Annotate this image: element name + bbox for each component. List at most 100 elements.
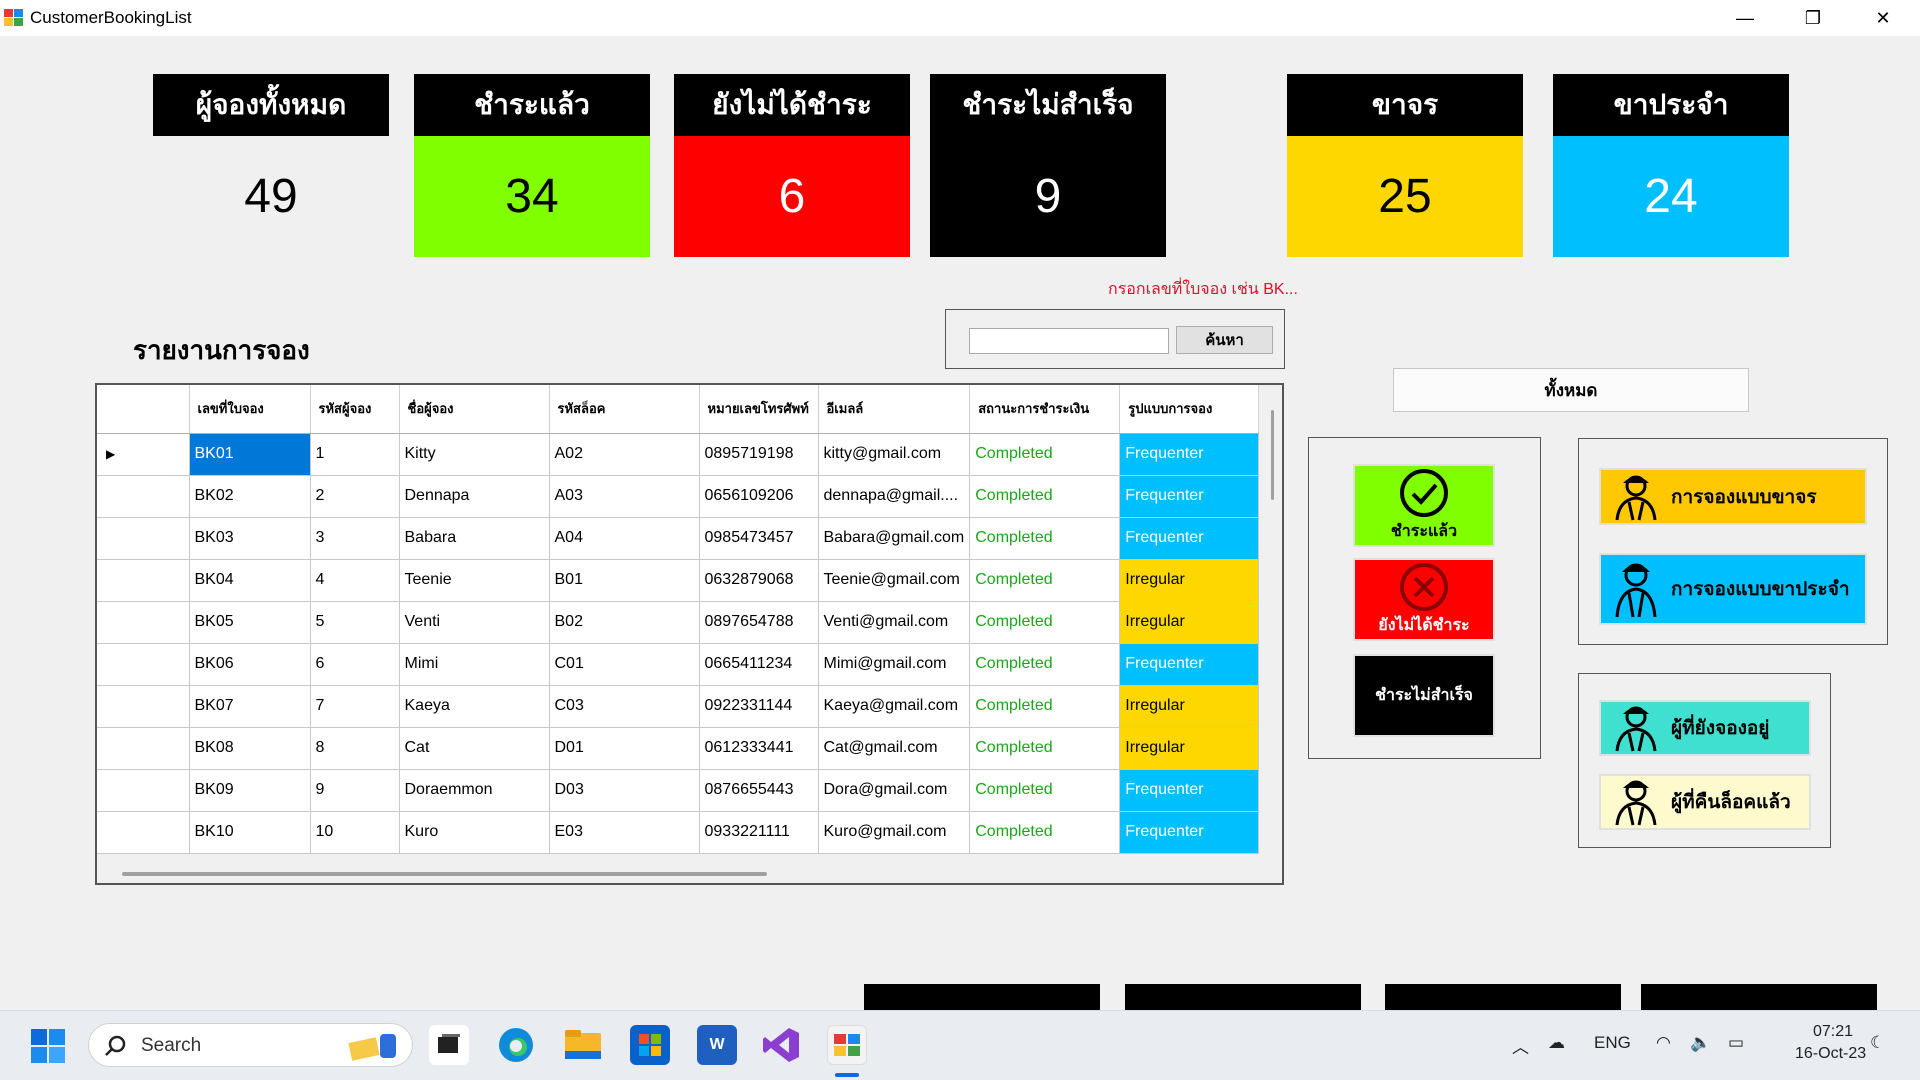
bottom-button-4[interactable]: [1641, 984, 1877, 1010]
table-cell[interactable]: 7: [310, 685, 400, 728]
table-cell[interactable]: 0656109206: [699, 475, 819, 518]
edge-icon[interactable]: [496, 1025, 536, 1065]
column-header[interactable]: หมายเลขโทรศัพท์: [699, 385, 819, 434]
task-view-icon[interactable]: [429, 1025, 469, 1065]
search-button[interactable]: ค้นหา: [1176, 326, 1273, 354]
table-cell[interactable]: Completed: [969, 559, 1121, 602]
table-cell[interactable]: Kaeya: [399, 685, 550, 728]
filter-returned-lock-button[interactable]: ผู้ที่คืนล็อคแล้ว: [1599, 774, 1811, 830]
table-cell[interactable]: Kitty: [399, 433, 550, 476]
table-cell[interactable]: 9: [310, 769, 400, 812]
table-cell[interactable]: Irregular: [1119, 685, 1260, 728]
table-cell[interactable]: 4: [310, 559, 400, 602]
start-button[interactable]: [30, 1028, 66, 1064]
table-cell[interactable]: 0876655443: [699, 769, 819, 812]
table-cell[interactable]: 0922331144: [699, 685, 819, 728]
table-cell[interactable]: BK10: [189, 811, 311, 854]
table-row[interactable]: BK02 2 Dennapa A03 0656109206 dennapa@gmail..…: [97, 475, 1260, 518]
table-row[interactable]: BK08 8 Cat D01 0612333441 Cat@gmail.com Comple…: [97, 727, 1260, 770]
table-cell[interactable]: BK04: [189, 559, 311, 602]
table-cell[interactable]: 2: [310, 475, 400, 518]
visual-studio-icon[interactable]: [761, 1025, 801, 1065]
row-header[interactable]: [97, 685, 190, 728]
file-explorer-icon[interactable]: [563, 1025, 603, 1065]
table-cell[interactable]: C03: [549, 685, 700, 728]
table-row[interactable]: BK05 5 Venti B02 0897654788 Venti@gmail.com Co…: [97, 601, 1260, 644]
table-cell[interactable]: Frequenter: [1119, 433, 1260, 476]
table-cell[interactable]: Venti@gmail.com: [818, 601, 971, 644]
table-row[interactable]: BK04 4 Teenie B01 0632879068 Teenie@gmail.com…: [97, 559, 1260, 602]
notification-moon-icon[interactable]: ☾: [1870, 1033, 1885, 1053]
volume-icon[interactable]: 🔈: [1690, 1033, 1711, 1053]
table-cell[interactable]: 0665411234: [699, 643, 819, 686]
column-header[interactable]: สถานะการชำระเงิน: [969, 385, 1121, 434]
horizontal-scrollbar[interactable]: [97, 865, 1282, 883]
table-cell[interactable]: Irregular: [1119, 559, 1260, 602]
clock-time[interactable]: 07:21: [1813, 1023, 1853, 1041]
table-cell[interactable]: Completed: [969, 769, 1121, 812]
table-cell[interactable]: BK05: [189, 601, 311, 644]
table-cell[interactable]: Completed: [969, 727, 1121, 770]
language-indicator[interactable]: ENG: [1594, 1033, 1631, 1053]
table-cell[interactable]: Completed: [969, 643, 1121, 686]
table-cell[interactable]: Mimi: [399, 643, 550, 686]
column-header[interactable]: เลขที่ใบจอง: [189, 385, 311, 434]
table-cell[interactable]: 0612333441: [699, 727, 819, 770]
table-cell[interactable]: Completed: [969, 517, 1121, 560]
table-cell[interactable]: dennapa@gmail....: [818, 475, 971, 518]
vertical-scroll-thumb[interactable]: [1271, 410, 1274, 500]
table-row[interactable]: BK03 3 Babara A04 0985473457 Babara@gmail.com…: [97, 517, 1260, 560]
table-cell[interactable]: BK06: [189, 643, 311, 686]
table-cell[interactable]: Irregular: [1119, 727, 1260, 770]
table-cell[interactable]: 3: [310, 517, 400, 560]
table-cell[interactable]: BK08: [189, 727, 311, 770]
row-header[interactable]: [97, 559, 190, 602]
active-app-icon[interactable]: [827, 1025, 867, 1065]
row-header[interactable]: [97, 517, 190, 560]
table-cell[interactable]: BK09: [189, 769, 311, 812]
filter-active-lock-button[interactable]: ผู้ที่ยังจองอยู่: [1599, 700, 1811, 756]
table-cell[interactable]: 0895719198: [699, 433, 819, 476]
table-cell[interactable]: BK07: [189, 685, 311, 728]
word-icon[interactable]: W: [697, 1025, 737, 1065]
table-cell[interactable]: Doraemmon: [399, 769, 550, 812]
table-cell[interactable]: 0933221111: [699, 811, 819, 854]
table-cell[interactable]: Frequenter: [1119, 643, 1260, 686]
table-cell[interactable]: Cat@gmail.com: [818, 727, 971, 770]
table-cell[interactable]: kitty@gmail.com: [818, 433, 971, 476]
table-cell[interactable]: Completed: [969, 433, 1121, 476]
table-cell[interactable]: 8: [310, 727, 400, 770]
table-cell[interactable]: 0897654788: [699, 601, 819, 644]
table-cell[interactable]: Kuro: [399, 811, 550, 854]
table-cell[interactable]: Completed: [969, 475, 1121, 518]
column-header[interactable]: รูปแบบการจอง: [1119, 385, 1260, 434]
row-header[interactable]: [97, 811, 190, 854]
table-cell[interactable]: Frequenter: [1119, 769, 1260, 812]
table-cell[interactable]: Irregular: [1119, 601, 1260, 644]
column-header[interactable]: ชื่อผู้จอง: [399, 385, 550, 434]
bottom-button-2[interactable]: [1125, 984, 1361, 1010]
table-cell[interactable]: 0985473457: [699, 517, 819, 560]
table-cell[interactable]: 10: [310, 811, 400, 854]
table-cell[interactable]: C01: [549, 643, 700, 686]
filter-irregular-button[interactable]: การจองแบบขาจร: [1599, 468, 1867, 525]
table-cell[interactable]: Babara@gmail.com: [818, 517, 971, 560]
table-cell[interactable]: Kaeya@gmail.com: [818, 685, 971, 728]
filter-paid-button[interactable]: ชำระแล้ว: [1353, 464, 1495, 547]
table-cell[interactable]: A02: [549, 433, 700, 476]
table-cell[interactable]: BK03: [189, 517, 311, 560]
table-row[interactable]: BK06 6 Mimi C01 0665411234 Mimi@gmail.com Comp…: [97, 643, 1260, 686]
close-button[interactable]: ✕: [1848, 0, 1918, 36]
table-cell[interactable]: A03: [549, 475, 700, 518]
table-cell[interactable]: 0632879068: [699, 559, 819, 602]
table-cell[interactable]: 5: [310, 601, 400, 644]
table-cell[interactable]: Frequenter: [1119, 811, 1260, 854]
bottom-button-3[interactable]: [1385, 984, 1621, 1010]
bottom-button-1[interactable]: [864, 984, 1100, 1010]
row-header[interactable]: [97, 769, 190, 812]
filter-failed-button[interactable]: ชำระไม่สำเร็จ: [1353, 654, 1495, 737]
row-header[interactable]: [97, 643, 190, 686]
table-cell[interactable]: Teenie@gmail.com: [818, 559, 971, 602]
taskbar-search[interactable]: Search: [88, 1023, 413, 1067]
chevron-up-icon[interactable]: ︿: [1512, 1033, 1529, 1058]
